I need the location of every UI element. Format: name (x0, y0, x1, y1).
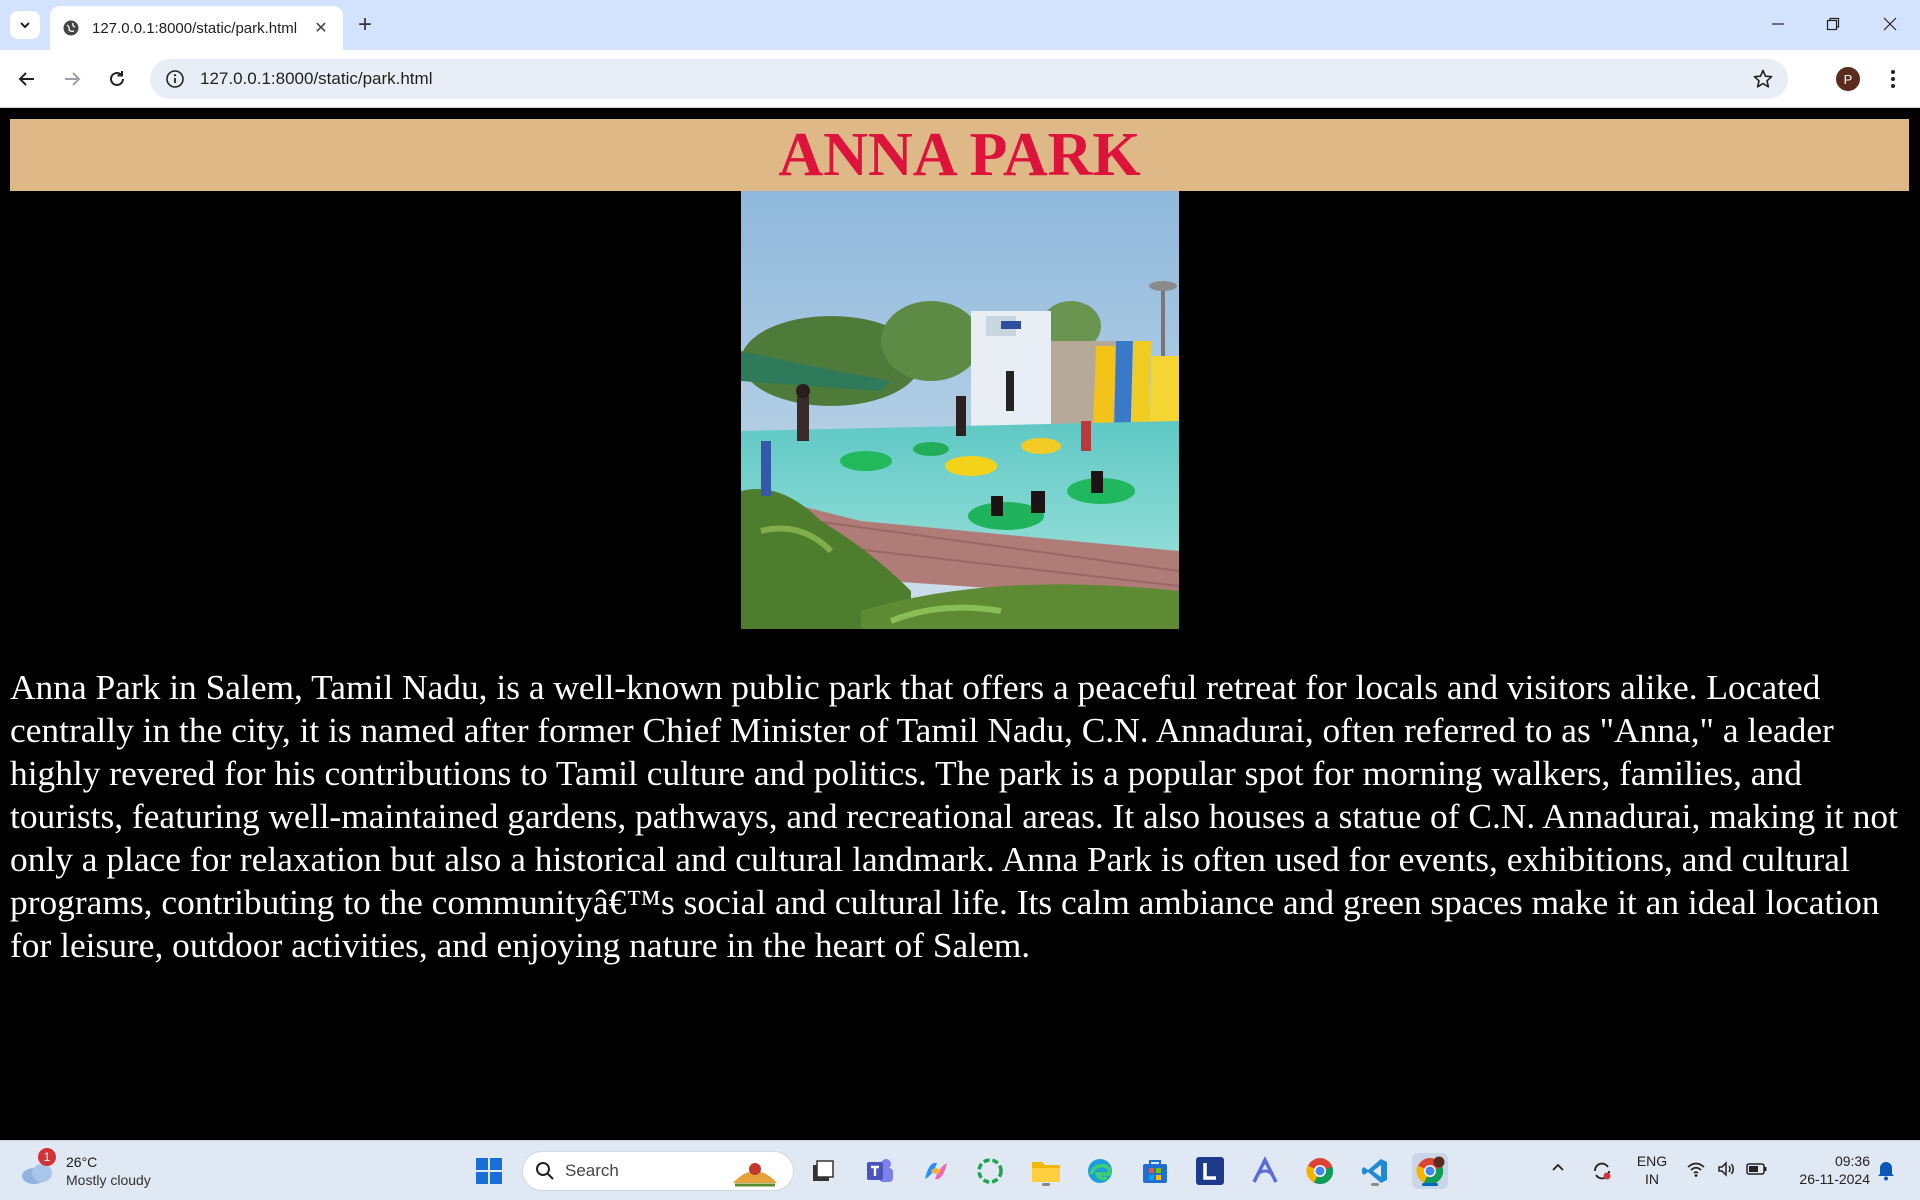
forward-button[interactable] (55, 62, 89, 96)
search-label: Search (565, 1161, 619, 1180)
close-window-button[interactable] (1870, 8, 1910, 40)
water-park-image (741, 191, 1179, 629)
search-icon (536, 1162, 554, 1180)
clock-time: 09:36 (1834, 1153, 1870, 1169)
start-button[interactable] (471, 1153, 507, 1189)
back-button[interactable] (10, 62, 44, 96)
arrow-left-icon (18, 72, 34, 86)
language-code: ENG (1636, 1153, 1668, 1169)
store-button[interactable] (1137, 1153, 1173, 1189)
task-view-icon (813, 1160, 834, 1181)
task-view-button[interactable] (805, 1153, 841, 1189)
file-explorer-button[interactable] (1028, 1153, 1064, 1189)
address-bar[interactable] (150, 59, 1788, 99)
chrome-button[interactable] (1302, 1153, 1338, 1189)
url-input[interactable] (200, 69, 1752, 89)
store-icon (1143, 1160, 1167, 1183)
cloud-icon: 1 (20, 1148, 56, 1186)
reload-button[interactable] (100, 62, 134, 96)
taskbar-search[interactable]: Search (522, 1151, 794, 1191)
tab-active[interactable]: 127.0.0.1:8000/static/park.html ✕ (50, 6, 343, 50)
language-indicator[interactable]: ENG IN (1632, 1152, 1672, 1188)
battery-icon (1746, 1163, 1767, 1175)
copilot-icon (925, 1162, 947, 1180)
weather-badge: 1 (38, 1148, 56, 1166)
more-vertical-icon (1891, 70, 1895, 88)
vscode-icon (1362, 1159, 1387, 1183)
park-photo (741, 191, 1179, 629)
folder-icon (1032, 1162, 1060, 1182)
bell-icon (1878, 1162, 1894, 1181)
windows-start-icon (476, 1158, 502, 1184)
speaker-icon (1718, 1161, 1734, 1177)
browser-menu-button[interactable] (1879, 65, 1907, 93)
search-highlight-icon (733, 1163, 777, 1187)
running-indicator (1042, 1183, 1050, 1186)
language-region: IN (1645, 1171, 1659, 1187)
circle-app-icon (977, 1158, 1003, 1184)
page-header: ANNA PARK (10, 119, 1909, 191)
active-indicator (1422, 1183, 1438, 1186)
circle-app-button[interactable] (972, 1153, 1008, 1189)
sync-tray-button[interactable] (1584, 1153, 1620, 1189)
page-title: ANNA PARK (778, 121, 1141, 189)
profile-initial: P (1843, 71, 1853, 87)
edge-button[interactable] (1082, 1153, 1118, 1189)
edge-icon (1088, 1159, 1112, 1183)
close-icon (1883, 17, 1897, 31)
wifi-icon (1687, 1162, 1705, 1177)
chrome-profile-icon (1416, 1156, 1445, 1185)
system-clock[interactable]: 09:36 26-11-2024 (1780, 1152, 1870, 1188)
chevron-up-icon (1552, 1163, 1564, 1171)
weather-temp: 26°C (66, 1154, 98, 1170)
new-tab-button[interactable]: + (352, 12, 378, 38)
reload-icon (110, 71, 124, 86)
park-description: Anna Park in Salem, Tamil Nadu, is a wel… (10, 667, 1898, 965)
system-tray-icons[interactable] (1686, 1159, 1768, 1179)
arc-icon (1252, 1156, 1278, 1183)
chevron-down-icon (20, 22, 30, 29)
l-app-icon (1196, 1157, 1224, 1185)
teams-button[interactable] (862, 1153, 898, 1189)
l-app-button[interactable] (1192, 1153, 1228, 1189)
copilot-button[interactable] (918, 1153, 954, 1189)
weather-condition: Mostly cloudy (66, 1172, 151, 1188)
page-viewport: ANNA PARK Anna Park in Salem, Tamil Nadu… (0, 109, 1920, 1140)
tab-strip: 127.0.0.1:8000/static/park.html ✕ + (0, 0, 1920, 50)
minimize-button[interactable] (1758, 8, 1798, 40)
vscode-button[interactable] (1357, 1153, 1393, 1189)
weather-widget[interactable]: 1 26°C Mostly cloudy (20, 1148, 151, 1193)
notifications-button[interactable] (1876, 1159, 1896, 1186)
tab-title: 127.0.0.1:8000/static/park.html (92, 19, 298, 37)
restore-icon (1826, 17, 1840, 31)
chrome-icon (1306, 1158, 1334, 1185)
tab-search-button[interactable] (10, 11, 40, 39)
site-info-icon[interactable] (164, 68, 186, 90)
arc-app-button[interactable] (1247, 1153, 1283, 1189)
browser-toolbar: P (0, 50, 1920, 108)
profile-avatar[interactable]: P (1836, 67, 1860, 91)
taskbar: 1 26°C Mostly cloudy Search ENG IN 09:36… (0, 1140, 1920, 1200)
arrow-right-icon (65, 72, 81, 86)
minimize-icon (1772, 23, 1784, 25)
sync-icon (1594, 1162, 1611, 1180)
bookmark-star-icon[interactable] (1752, 68, 1774, 90)
clock-date: 26-11-2024 (1799, 1171, 1870, 1187)
globe-icon (63, 20, 79, 36)
running-indicator (1371, 1183, 1379, 1186)
teams-icon (867, 1159, 893, 1182)
chrome-profile-button[interactable] (1412, 1153, 1448, 1189)
show-hidden-icons-button[interactable] (1550, 1159, 1566, 1180)
tab-close-icon[interactable]: ✕ (311, 18, 331, 38)
restore-button[interactable] (1813, 8, 1853, 40)
